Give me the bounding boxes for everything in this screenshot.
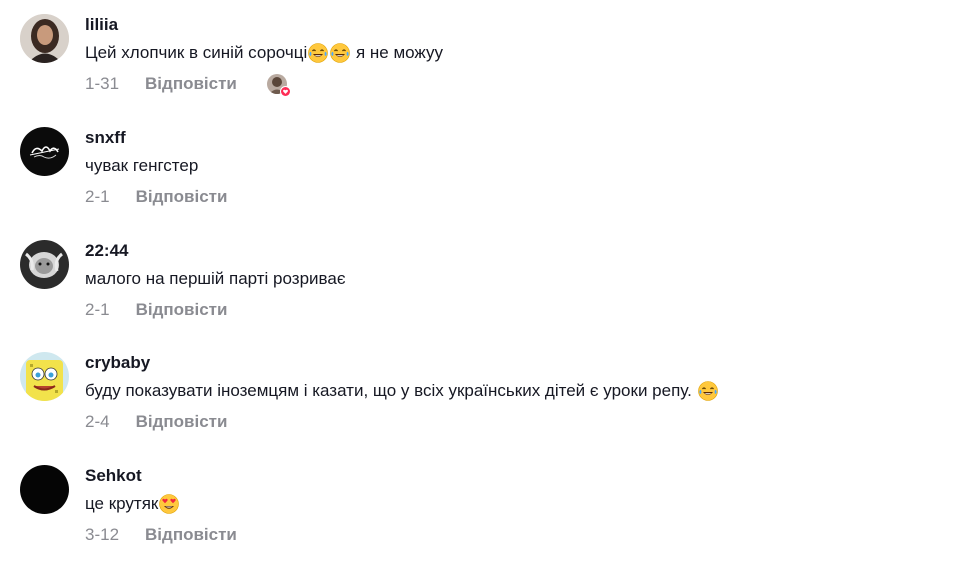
- comment-meta: 3-12 Відповісти: [85, 523, 237, 547]
- comment-item: crybaby буду показувати іноземцям і каза…: [20, 352, 950, 448]
- comment-username[interactable]: snxff: [85, 127, 126, 149]
- reply-button[interactable]: Відповісти: [145, 525, 237, 545]
- reply-button[interactable]: Відповісти: [145, 74, 237, 94]
- comment-date: 2-4: [85, 412, 110, 431]
- avatar-cartoon-icon: [20, 352, 69, 401]
- avatar-black-icon: [20, 465, 69, 514]
- avatar-logo-icon: [20, 127, 69, 176]
- comment-meta: 2-4 Відповісти: [85, 410, 227, 434]
- heart-icon: [279, 86, 291, 97]
- user-avatar[interactable]: [20, 240, 69, 289]
- comment-item: liliia Цей хлопчик в синій сорочці я не …: [20, 14, 950, 110]
- face-with-tears-of-joy-icon: [330, 43, 351, 63]
- comment-username[interactable]: crybaby: [85, 352, 150, 374]
- comment-text: малого на першій парті розриває: [85, 269, 346, 288]
- face-with-tears-of-joy-icon: [697, 381, 718, 401]
- face-with-tears-of-joy-icon: [308, 43, 329, 63]
- avatar-photo-icon: [20, 14, 69, 63]
- comment-meta: 1-31 Відповісти: [85, 72, 291, 97]
- reply-button[interactable]: Відповісти: [136, 412, 228, 432]
- comment-meta: 2-1 Відповісти: [85, 185, 227, 209]
- comment-date: 2-1: [85, 300, 110, 319]
- user-avatar[interactable]: [20, 14, 69, 63]
- user-avatar[interactable]: [20, 465, 69, 514]
- reply-button[interactable]: Відповісти: [136, 187, 228, 207]
- comment-item: snxff чувак генгстер 2-1 Відповісти: [20, 127, 950, 223]
- comment-date: 3-12: [85, 525, 120, 544]
- comment-date: 1-31: [85, 74, 120, 93]
- comment-meta: 2-1 Відповісти: [85, 298, 227, 322]
- comment-username[interactable]: liliia: [85, 14, 118, 36]
- comment-item: 22:44 малого на першій парті розриває 2-…: [20, 240, 950, 336]
- comment-text: буду показувати іноземцям і казати, що у…: [85, 379, 719, 403]
- comment-text: це крутяк: [85, 492, 180, 516]
- comment-text-part: я не можуу: [351, 43, 443, 62]
- comment-item: Sehkot це крутяк 3-12 Відповісти: [20, 465, 950, 561]
- user-avatar[interactable]: [20, 352, 69, 401]
- comment-text-part: це крутяк: [85, 494, 159, 513]
- comment-text-part: буду показувати іноземцям і казати, що у…: [85, 381, 697, 400]
- comment-text-part: Цей хлопчик в синій сорочці: [85, 43, 308, 62]
- avatar-photo-icon: [20, 240, 69, 289]
- reply-button[interactable]: Відповісти: [136, 300, 228, 320]
- comment-text: Цей хлопчик в синій сорочці я не можуу: [85, 41, 443, 65]
- comment-text: чувак генгстер: [85, 156, 199, 175]
- user-avatar[interactable]: [20, 127, 69, 176]
- comment-username[interactable]: 22:44: [85, 240, 128, 262]
- comment-date: 2-1: [85, 187, 110, 206]
- comment-username[interactable]: Sehkot: [85, 465, 142, 487]
- smiling-face-with-heart-eyes-icon: [159, 494, 180, 514]
- creator-liked-indicator: [266, 74, 291, 97]
